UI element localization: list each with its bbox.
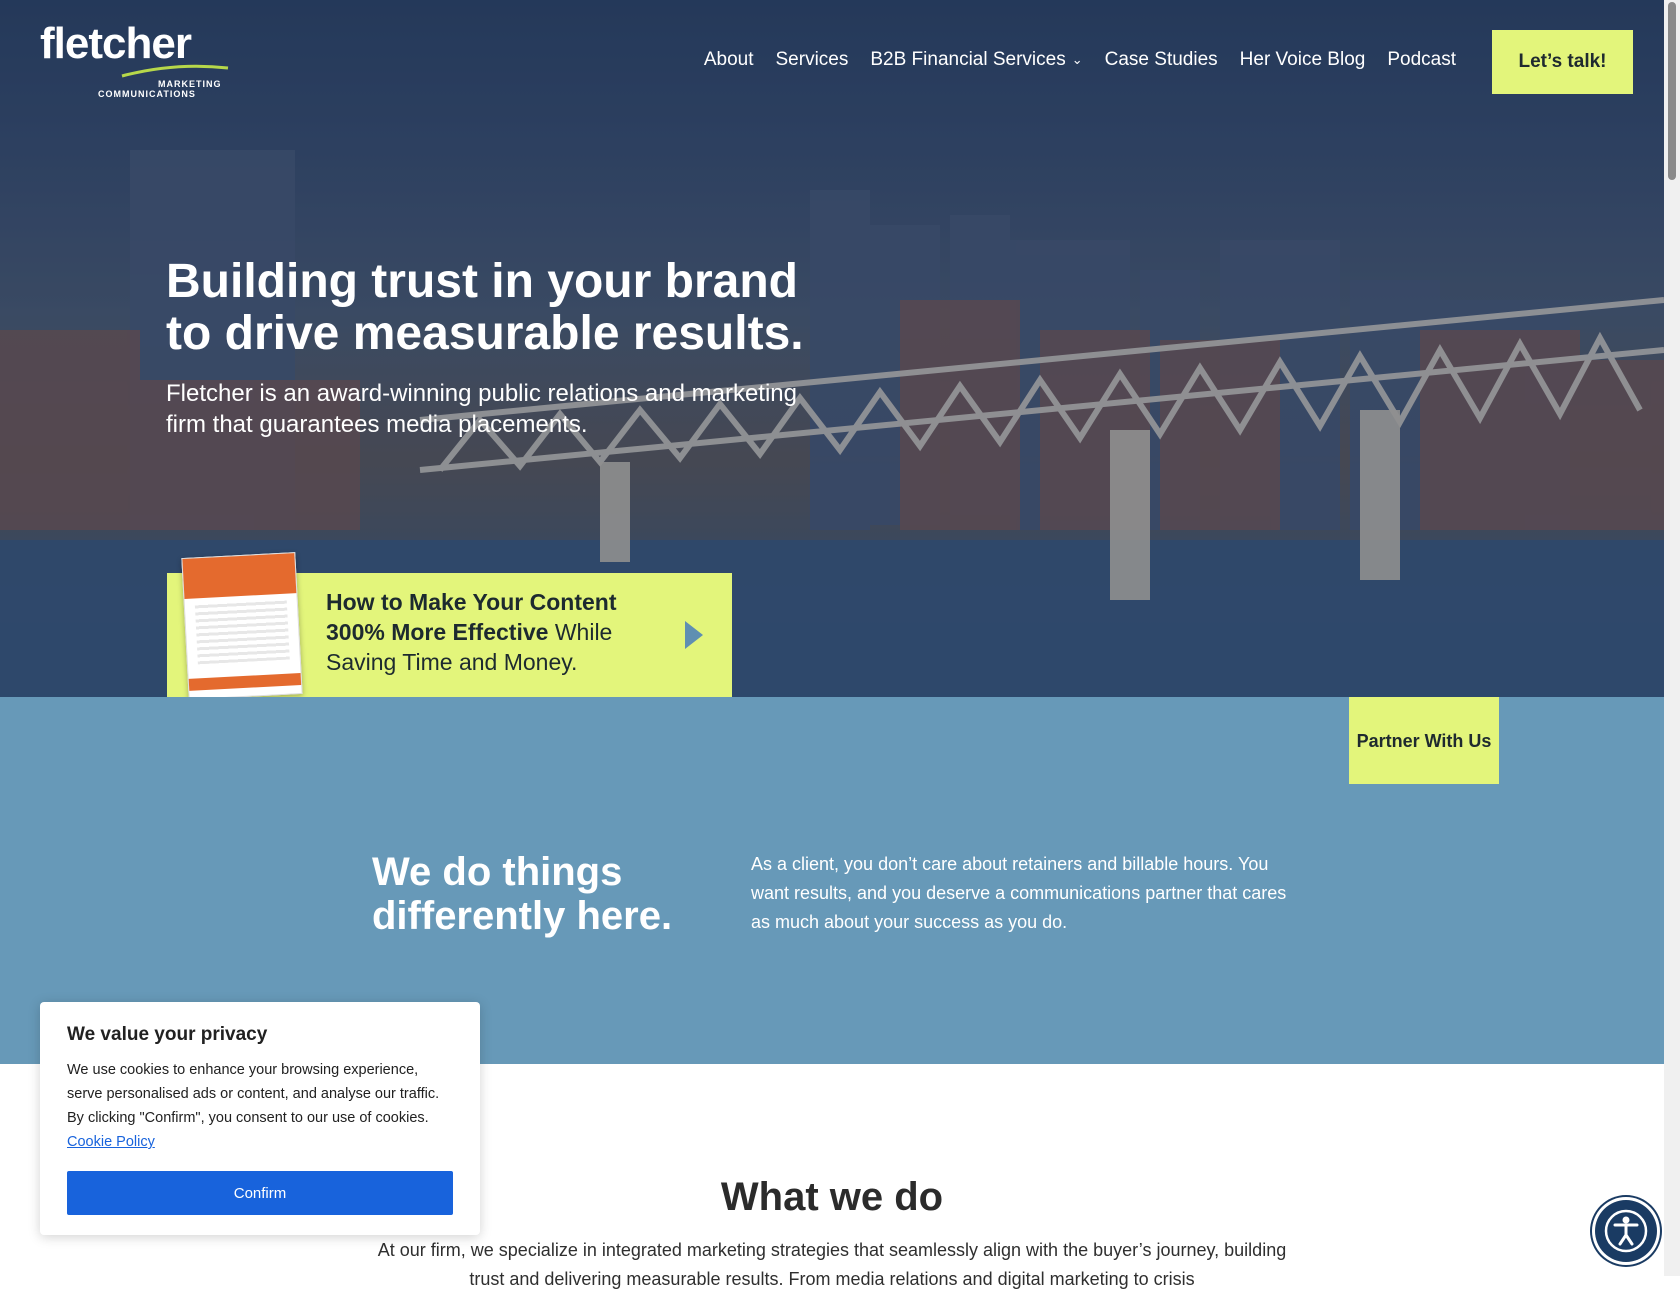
nav-item-her-voice-blog[interactable]: Her Voice Blog <box>1240 49 1366 71</box>
ebook-promo-banner[interactable]: How to Make Your Content 300% More Effec… <box>167 552 732 697</box>
play-arrow-icon[interactable] <box>685 621 703 649</box>
nav-item-podcast[interactable]: Podcast <box>1387 49 1456 71</box>
cookie-title: We value your privacy <box>67 1024 268 1045</box>
nav-item-b2b-financial-services[interactable]: B2B Financial Services ⌄ <box>870 49 1082 71</box>
logo-wordmark: fletcher <box>40 19 192 68</box>
promo-text: How to Make Your Content 300% More Effec… <box>326 587 656 677</box>
accessibility-icon <box>1604 1209 1648 1253</box>
cookie-body: We use cookies to enhance your browsing … <box>67 1058 452 1154</box>
hero-subtitle: Fletcher is an award-winning public rela… <box>166 380 797 438</box>
hero-title-line-1: Building trust in your brand <box>166 255 798 308</box>
accessibility-button[interactable] <box>1595 1200 1657 1262</box>
fletcher-logo[interactable]: fletcher MARKETING COMMUNICATIONS <box>40 19 229 99</box>
cookie-consent-banner: We value your privacy We use cookies to … <box>40 1002 480 1235</box>
hero-text: Building trust in your brand to drive me… <box>166 256 866 440</box>
cookie-confirm-button[interactable]: Confirm <box>67 1171 453 1215</box>
difference-title: We do things differently here. <box>372 850 673 938</box>
logo-line-marketing: MARKETING <box>158 79 222 89</box>
nav-item-case-studies[interactable]: Case Studies <box>1105 49 1218 71</box>
ebook-cover-image <box>181 552 303 697</box>
chevron-down-icon: ⌄ <box>1071 52 1083 67</box>
hero-title-line-2: to drive measurable results. <box>166 307 804 360</box>
difference-body: As a client, you don’t care about retain… <box>751 854 1287 932</box>
cookie-body-text: We use cookies to enhance your browsing … <box>67 1062 440 1126</box>
nav-item-services[interactable]: Services <box>776 49 849 71</box>
partner-with-us-button[interactable]: Partner With Us <box>1349 697 1499 784</box>
nav-item-label: B2B Financial Services <box>870 49 1066 70</box>
cookie-policy-link[interactable]: Cookie Policy <box>67 1134 155 1150</box>
scrollbar-thumb[interactable] <box>1668 2 1676 180</box>
page-scrollbar[interactable] <box>1664 0 1680 1276</box>
logo-line-communications: COMMUNICATIONS <box>98 89 196 99</box>
logo-swoosh-icon <box>121 64 229 78</box>
lets-talk-button[interactable]: Let’s talk! <box>1492 30 1633 94</box>
nav-item-about[interactable]: About <box>704 49 754 71</box>
main-navigation: About Services B2B Financial Services ⌄ … <box>704 49 1456 71</box>
hero-section: fletcher MARKETING COMMUNICATIONS About … <box>0 0 1664 697</box>
hero-title: Building trust in your brand to drive me… <box>166 256 866 360</box>
what-we-do-body: At our firm, we specialize in integrated… <box>377 1240 1287 1289</box>
